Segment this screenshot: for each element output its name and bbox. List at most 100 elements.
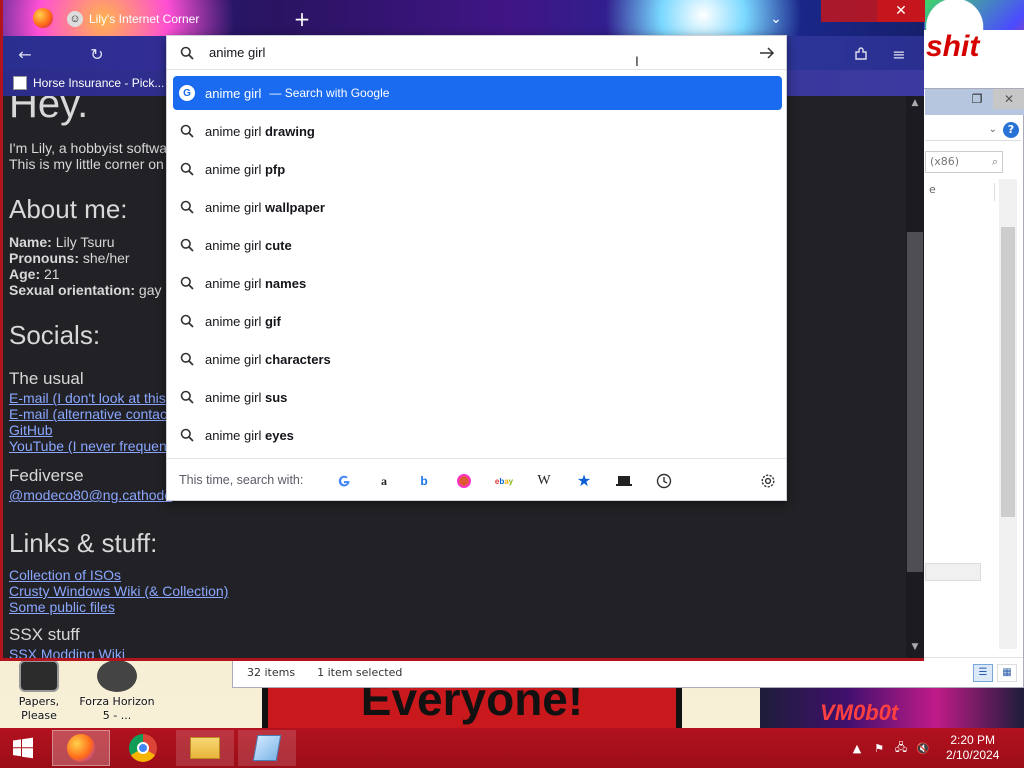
bing-engine-icon[interactable]: b <box>413 470 435 492</box>
intro-line-1: I'm Lily, a hobbyist softwa <box>9 140 168 156</box>
show-hidden-icons-chevron-icon[interactable]: ▲ <box>846 742 868 755</box>
duckduckgo-engine-icon[interactable] <box>453 470 475 492</box>
large-icons-view-icon[interactable]: ▦ <box>997 663 1017 682</box>
desktop-wallpaper-text: shit <box>922 30 1024 90</box>
isos-link[interactable]: Collection of ISOs <box>9 567 121 583</box>
close-button[interactable]: ✕ <box>993 89 1024 109</box>
page-heading: Hey. <box>9 96 89 126</box>
bookmarks-star-icon[interactable]: ★ <box>573 470 595 492</box>
tab-title: Lily's Internet Corner <box>89 12 200 26</box>
extensions-icon[interactable] <box>849 42 873 66</box>
orientation-label: Sexual orientation: <box>9 282 136 298</box>
taskbar-notepad[interactable] <box>238 730 296 766</box>
search-suggestion[interactable]: anime girl drawing <box>173 114 782 148</box>
google-icon: G <box>179 85 195 101</box>
pronouns-row: Pronouns: she/her <box>9 250 130 266</box>
google-engine-icon[interactable] <box>333 470 355 492</box>
reload-icon[interactable]: ↻ <box>85 42 109 66</box>
explorer-scrollbar[interactable] <box>999 179 1017 649</box>
email-link[interactable]: E-mail (I don't look at this <box>9 390 166 406</box>
tab-list-chevron-icon[interactable]: ⌄ <box>763 6 789 32</box>
scroll-thumb[interactable] <box>907 232 923 572</box>
network-icon[interactable]: 🖧 <box>890 739 912 758</box>
search-icon <box>173 390 201 404</box>
youtube-link[interactable]: YouTube (I never frequen <box>9 438 167 454</box>
search-suggestion[interactable]: anime girl characters <box>173 342 782 376</box>
files-link[interactable]: Some public files <box>9 599 115 615</box>
papers-please-icon <box>19 660 59 692</box>
suggestion-text: anime girl cute <box>201 238 292 253</box>
desktop-icon-forza[interactable]: Forza Horizon 5 - ... <box>78 660 156 723</box>
github-link[interactable]: GitHub <box>9 422 53 438</box>
column-header[interactable]: e <box>925 183 995 201</box>
maximize-button[interactable]: ❐ <box>961 89 993 109</box>
help-icon[interactable]: ? <box>1003 121 1019 138</box>
socials-heading: Socials: <box>9 320 101 350</box>
email-alt-link[interactable]: E-mail (alternative contac <box>9 406 167 422</box>
search-suggestion[interactable]: anime girl cute <box>173 228 782 262</box>
urlbar-input[interactable] <box>207 44 727 61</box>
ssx-link[interactable]: SSX Modding Wiki <box>9 646 125 658</box>
search-settings-gear-icon[interactable] <box>757 470 779 492</box>
suggestion-text: anime girl pfp <box>201 162 285 177</box>
wikipedia-engine-icon[interactable]: W <box>533 470 555 492</box>
fediverse-heading: Fediverse <box>9 466 84 485</box>
taskbar-file-explorer[interactable] <box>176 730 234 766</box>
close-window-button[interactable]: ✕ <box>877 0 925 22</box>
bookmark-horse-insurance[interactable]: Horse Insurance - Pick... <box>33 76 164 90</box>
links-heading: Links & stuff: <box>9 528 158 558</box>
suggestion-text: anime girl drawing <box>201 124 315 139</box>
suggestion-text: anime girl sus <box>201 390 287 405</box>
firefox-tab-strip: ☺ Lily's Internet Corner + ⌄ ✕ <box>3 0 925 36</box>
tab-lilys-internet-corner[interactable]: ☺ Lily's Internet Corner <box>57 6 287 32</box>
fediverse-link[interactable]: @modeco80@ng.cathode <box>9 487 172 503</box>
age-label: Age: <box>9 266 41 282</box>
explorer-ribbon-toggle: ⌄ ? <box>925 119 1021 141</box>
items-count: 32 items <box>247 666 296 679</box>
suggestion-search-with-google[interactable]: G anime girl — Search with Google <box>173 76 782 110</box>
back-arrow-icon[interactable]: ← <box>13 42 37 66</box>
details-view-icon[interactable]: ☰ <box>973 663 993 682</box>
search-suggestion[interactable]: anime girl pfp <box>173 152 782 186</box>
search-icon <box>173 352 201 366</box>
scroll-down-icon[interactable]: ▼ <box>906 642 924 656</box>
usual-heading: The usual <box>9 369 84 388</box>
go-arrow-icon[interactable] <box>757 44 777 62</box>
taskbar-chrome[interactable] <box>114 730 172 766</box>
new-tab-button[interactable]: + <box>289 6 315 32</box>
suggestion-prefix: anime girl <box>205 275 262 291</box>
hamburger-menu-icon[interactable]: ≡ <box>887 42 911 66</box>
suggestion-prefix: anime girl <box>205 237 262 253</box>
desktop-icon-papers-please[interactable]: Papers, Please <box>0 660 78 723</box>
chevron-down-icon[interactable]: ⌄ <box>989 124 997 135</box>
action-center-flag-icon[interactable]: ⚑ <box>868 742 890 755</box>
explorer-search-input[interactable]: (x86) ⌕ <box>925 151 1003 173</box>
start-windows-icon[interactable] <box>6 734 40 762</box>
clock[interactable]: 2:20 PM 2/10/2024 <box>946 733 999 763</box>
tabs-icon[interactable] <box>613 470 635 492</box>
search-suggestion[interactable]: anime girl sus <box>173 380 782 414</box>
taskbar-firefox[interactable] <box>52 730 110 766</box>
suggestion-completion: cute <box>264 237 292 253</box>
scroll-thumb[interactable] <box>1001 227 1015 517</box>
suggestion-completion: sus <box>264 389 288 405</box>
volume-muted-icon[interactable]: 🔇 <box>912 742 934 755</box>
orientation-row: Sexual orientation: gay <box>9 282 162 298</box>
search-suggestion[interactable]: anime girl eyes <box>173 418 782 452</box>
desktop-wallpaper-neon-text: VM0b0t <box>820 700 899 725</box>
scroll-up-icon[interactable]: ▲ <box>906 98 924 112</box>
forza-icon <box>97 660 137 692</box>
wiki-link[interactable]: Crusty Windows Wiki (& Collection) <box>9 583 228 599</box>
page-scrollbar[interactable]: ▲ ▼ <box>906 96 924 658</box>
suggestion-prefix: anime girl <box>205 351 262 367</box>
history-clock-icon[interactable] <box>653 470 675 492</box>
suggestion-completion: names <box>264 275 307 291</box>
search-suggestion[interactable]: anime girl gif <box>173 304 782 338</box>
search-suggestion[interactable]: anime girl wallpaper <box>173 190 782 224</box>
suggestion-completion: characters <box>264 351 331 367</box>
urlbar-dropdown: I G anime girl — Search with Google This… <box>166 35 787 501</box>
ebay-engine-icon[interactable]: ebay <box>493 470 515 492</box>
search-suggestion[interactable]: anime girl names <box>173 266 782 300</box>
amazon-engine-icon[interactable]: a <box>373 470 395 492</box>
intro-line-2: This is my little corner on <box>9 156 164 172</box>
